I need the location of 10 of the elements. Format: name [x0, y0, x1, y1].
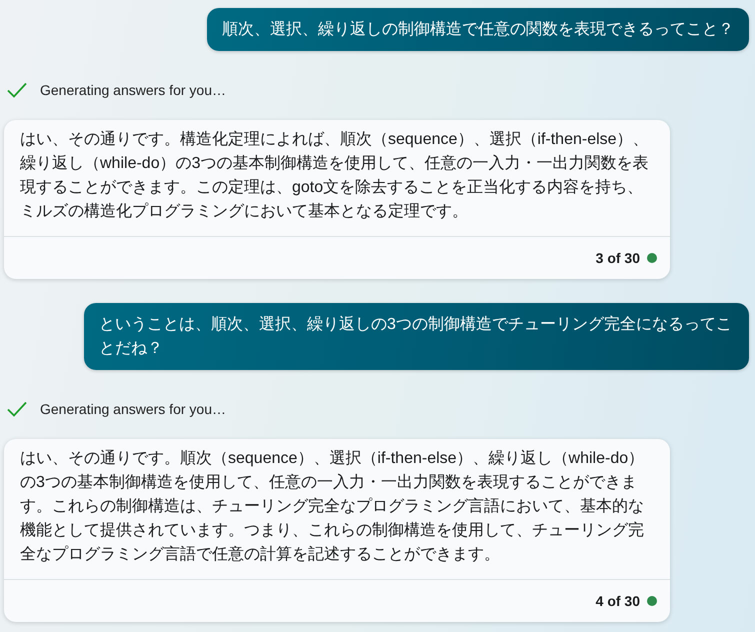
answer-text: はい、その通りです。構造化定理によれば、順次（sequence）、選択（if-then-else）、繰り返し（while-do）の3つの基本制御構造を使用して、任意の一入力・一出力関数を表現することができます。この定理は、goto文を除去することを正当化する内容を持ち、ミルズの構造化プログラミングにおいて基本となる定理です。	[19, 130, 650, 222]
status-text: Generating answers for you…	[40, 400, 226, 419]
user-message: 順次、選択、繰り返しの制御構造で任意の関数を表現できるってこと？	[207, 8, 749, 51]
answer-text: はい、その通りです。順次（sequence）、選択（if-then-else）、繰り返し（while-do）の3つの基本制御構造を使用して、任意の一入力・一出力関数を表現することができます。これらの制御構造は、チューリング完全なプログラミング言語において、基本的な機能として提供されています。つまり、これらの制御構造を使用して、チューリング完全なプログラミング言語で任意の計算を記述することができます。	[19, 448, 646, 565]
status-dot-icon	[647, 253, 657, 263]
status-dot-icon	[647, 596, 657, 606]
status-text: Generating answers for you…	[40, 81, 226, 100]
page-count: 4 of 30	[596, 593, 640, 609]
user-message: ということは、順次、選択、繰り返しの3つの制御構造でチューリング完全になるってことだね？	[84, 303, 749, 370]
page-count: 3 of 30	[596, 250, 640, 266]
